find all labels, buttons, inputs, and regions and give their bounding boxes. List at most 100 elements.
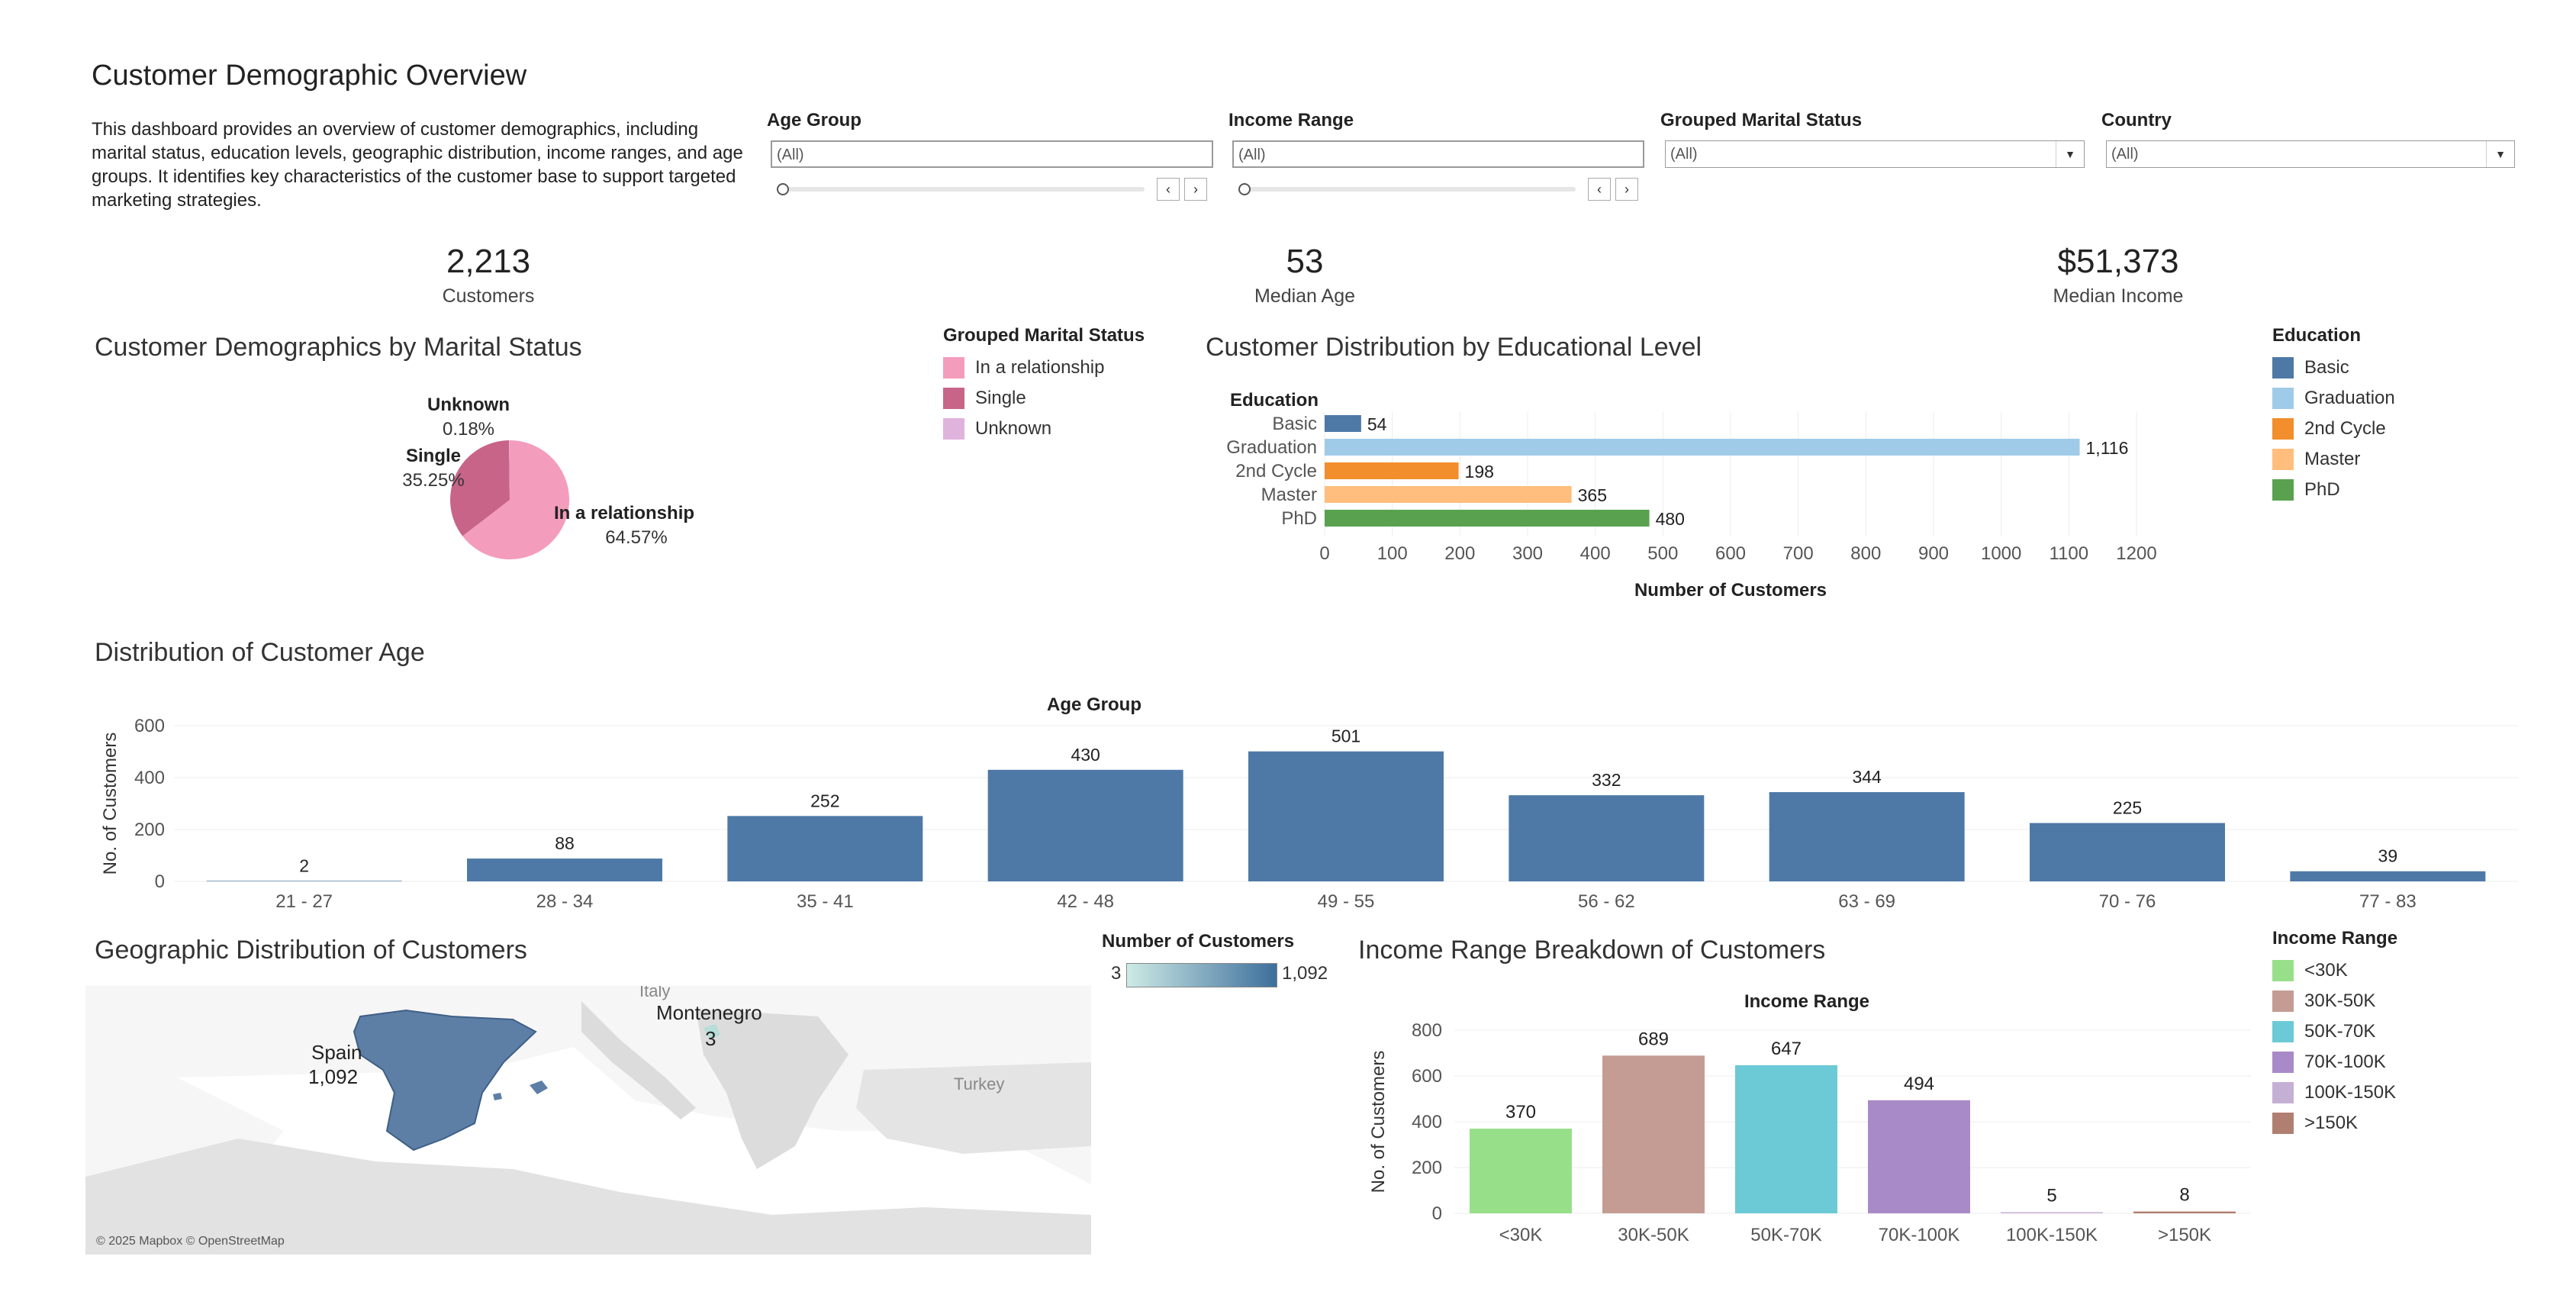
legend-swatch [943,418,964,440]
income-legend: Income Range <30K 30K-50K 50K-70K 70K-10… [2272,928,2397,1139]
income-chart-header: Income Range [1744,991,1869,1012]
legend-item-graduation[interactable]: Graduation [2272,383,2395,414]
legend-label: PhD [2304,479,2340,500]
legend-swatch [2272,418,2294,440]
page-title: Customer Demographic Overview [92,60,527,92]
map-label-montenegro-value: 3 [705,1027,716,1050]
age-value-label: 430 [1071,745,1100,765]
edu-value-label: 480 [1656,509,1685,529]
edu-y-axis-title: Education [1230,390,1319,411]
legend-swatch [2272,357,2294,378]
edu-value-label: 198 [1465,462,1494,482]
geo-map[interactable]: Spain 1,092 Montenegro 3 Italy Turkey [85,986,1091,1255]
income-range-slider-track[interactable] [1240,187,1576,192]
map-label-italy: Italy [639,986,671,1000]
age-group-next-button[interactable]: › [1184,178,1207,201]
income-range-prev-button[interactable]: ‹ [1588,178,1611,201]
edu-category-label: Master [1261,485,1317,505]
legend-label: >150K [2304,1113,2359,1133]
edu-x-tick-label: 300 [1512,543,1543,564]
legend-item-gt150k[interactable]: >150K [2272,1108,2397,1139]
legend-item-50k-70k[interactable]: 50K-70K [2272,1016,2397,1047]
age-value-label: 39 [2378,846,2398,866]
income-chart-title: Income Range Breakdown of Customers [1358,936,1826,965]
kpi-median-income-label: Median Income [2053,285,2184,307]
age-group-prev-button[interactable]: ‹ [1157,178,1180,201]
age-value-label: 344 [1852,767,1882,787]
income-category-label: <30K [1499,1225,1543,1245]
country-dropdown[interactable]: (All) ▼ [2106,140,2515,168]
income-y-axis-title: No. of Customers [1368,1051,1389,1193]
age-y-tick-label: 400 [134,768,165,788]
marital-status-dropdown[interactable]: (All) ▼ [1665,140,2085,168]
edu-value-label: 1,116 [2086,438,2129,458]
legend-item-100k-150k[interactable]: 100K-150K [2272,1077,2397,1108]
legend-item-single[interactable]: Single [943,383,1145,414]
legend-swatch [2272,479,2294,501]
education-legend-title: Education [2272,325,2362,346]
age-value-label: 2 [299,855,309,875]
age-value-label: 501 [1331,726,1360,746]
edu-category-label: PhD [1281,508,1317,529]
age-group-filter-input[interactable]: (All) [771,140,1213,168]
pie-label-name: Single [406,446,461,466]
age-group-filter-label: Age Group [767,110,861,130]
legend-item-70k-100k[interactable]: 70K-100K [2272,1047,2397,1077]
edu-category-label: Basic [1272,414,1317,434]
legend-label: In a relationship [975,357,1105,378]
age-group-slider-handle[interactable] [777,183,789,195]
income-bar-chart: Income Range 0 200 400 600 800 No. of Customer… [1368,991,2251,1245]
legend-item-basic[interactable]: Basic [2272,353,2395,383]
dashboard-description: This dashboard provides an overview of c… [92,119,743,211]
age-value-label: 225 [2113,798,2142,818]
legend-item-unknown[interactable]: Unknown [943,414,1145,444]
age-bar-77-83 [2290,871,2486,881]
legend-label: 2nd Cycle [2304,418,2386,439]
legend-label: Graduation [2304,388,2395,408]
income-range-slider-handle[interactable] [1238,183,1251,195]
legend-item-2nd-cycle[interactable]: 2nd Cycle [2272,414,2395,444]
geo-color-ramp [1126,963,1277,987]
legend-item-master[interactable]: Master [2272,444,2395,475]
legend-label: Basic [2304,357,2349,378]
income-value-label: 370 [1505,1102,1536,1123]
income-range-next-button[interactable]: › [1615,178,1638,201]
edu-bar-basic [1325,415,1361,432]
income-legend-title: Income Range [2272,928,2398,949]
age-group-slider-track[interactable] [778,187,1145,192]
map-label-montenegro: Montenegro [656,1001,762,1024]
chevron-down-icon[interactable]: ▼ [2056,141,2084,167]
age-category-label: 42 - 48 [1057,891,1114,912]
legend-swatch [2272,1082,2294,1103]
pie-label-value: 64.57% [605,527,667,548]
income-range-filter-label: Income Range [1228,110,1354,130]
income-bar-30k [1470,1129,1572,1213]
legend-item-30k-50k[interactable]: 30K-50K [2272,986,2397,1016]
legend-item-phd[interactable]: PhD [2272,475,2395,505]
legend-item-lt30k[interactable]: <30K [2272,955,2397,986]
kpi-median-age-label: Median Age [1254,285,1356,307]
income-category-label: >150K [2158,1225,2211,1245]
legend-label: 30K-50K [2304,990,2376,1011]
income-bar-100k-150k [2001,1212,2103,1213]
age-bar-63-69 [1769,792,1965,881]
income-y-tick-label: 0 [1432,1203,1442,1224]
income-range-filter-input[interactable]: (All) [1232,140,1644,168]
education-bar-chart: 0 100 200 300 400 500 600 700 800 900 1000 1100 1200… [1226,390,2156,601]
chevron-down-icon[interactable]: ▼ [2486,141,2514,167]
age-bar-56-62 [1509,795,1705,881]
legend-label: 100K-150K [2304,1082,2397,1103]
chevron-left-icon: ‹ [1166,181,1170,197]
edu-x-tick-label: 800 [1850,543,1881,564]
pie-label-value: 35.25% [402,470,464,491]
legend-item-relationship[interactable]: In a relationship [943,353,1145,383]
legend-label: Master [2304,449,2361,469]
age-value-label: 252 [810,791,839,810]
legend-label: 50K-70K [2304,1021,2376,1042]
income-y-tick-label: 800 [1412,1020,1442,1041]
income-bar-50k-70k [1735,1065,1837,1213]
age-category-label: 49 - 55 [1318,891,1375,912]
age-category-label: 21 - 27 [275,891,333,912]
pie-label-name: In a relationship [554,503,694,523]
age-bar-35-41 [727,816,923,881]
